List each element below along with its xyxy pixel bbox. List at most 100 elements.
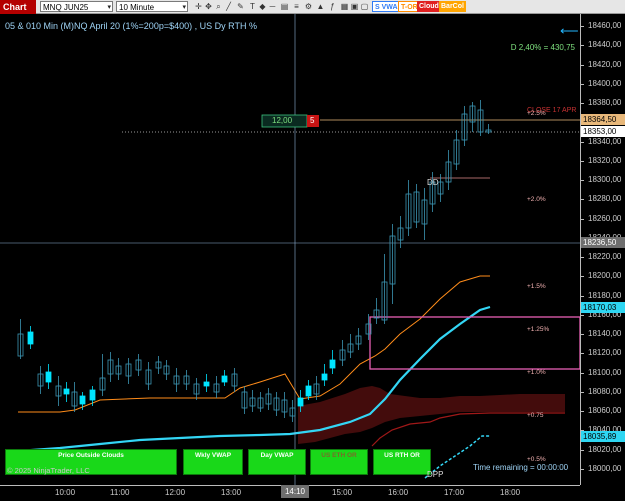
y-tick: 18300,00 xyxy=(588,175,622,184)
crosshair-time-label: 14:10 xyxy=(281,485,309,498)
back-arrow-icon[interactable]: ⟵ xyxy=(560,23,579,39)
price-box-close: 18364,50 xyxy=(581,114,625,125)
y-tick-mark xyxy=(580,353,584,355)
cloud-area xyxy=(298,386,565,444)
y-tick-mark xyxy=(580,141,584,143)
y-tick-mark xyxy=(580,449,584,451)
y-tick: 18020,00 xyxy=(588,444,622,454)
y-tick-mark xyxy=(580,103,584,104)
status-box-wkly-vwap: Wkly VWAP xyxy=(183,449,243,475)
dpp-label: DPP xyxy=(427,470,444,479)
y-tick: 18180,00 xyxy=(588,290,622,300)
interval-selector[interactable]: 10 Minute ▾ xyxy=(116,1,188,12)
pen-icon[interactable]: ✎ xyxy=(236,2,245,11)
y-tick-mark xyxy=(580,26,584,27)
y-tick-mark xyxy=(580,411,584,412)
strategy-icon[interactable]: ▲ xyxy=(316,2,325,11)
screenshot-icon[interactable]: ▢ xyxy=(360,2,369,11)
x-tick: 17:00 xyxy=(444,488,465,497)
y-tick: 18400,00 xyxy=(588,78,622,88)
y-tick: 18100,00 xyxy=(588,367,622,377)
candle-body xyxy=(297,397,304,407)
y-tick: 18280,00 xyxy=(588,194,622,204)
y-tick-mark xyxy=(580,334,584,335)
y-tick: 18080,00 xyxy=(588,386,622,396)
level-label-2-0: +2.0% xyxy=(527,196,546,203)
toggle-cloud-button[interactable]: Cloud xyxy=(417,1,441,12)
level-label-2-5: +2.5% xyxy=(527,110,546,117)
y-tick-mark xyxy=(580,160,584,162)
x-tick: 16:00 xyxy=(388,488,409,497)
y-tick: 18380,00 xyxy=(588,98,622,107)
text-icon[interactable]: T xyxy=(248,2,257,11)
y-tick-mark xyxy=(580,45,584,47)
properties-icon[interactable]: ⚙ xyxy=(304,2,313,11)
instrument-selector[interactable]: MNQ JUN25 ▾ xyxy=(40,1,113,12)
y-tick: 18220,00 xyxy=(588,252,622,261)
dd-label: DD xyxy=(427,178,439,187)
indicator-icon[interactable]: ƒ xyxy=(328,2,337,11)
y-tick-mark xyxy=(580,391,584,393)
y-tick: 18340,00 xyxy=(588,136,622,146)
delta-stat: D 2,40% = 430,75 xyxy=(510,43,575,52)
chart-tab[interactable]: Chart xyxy=(0,0,36,14)
y-tick-mark xyxy=(580,276,584,278)
y-tick: 18000,00 xyxy=(588,463,622,473)
y-tick-mark xyxy=(580,199,584,201)
level-label-1-0: +1.0% xyxy=(527,369,546,376)
level-label-1-25: +1.25% xyxy=(527,326,550,333)
price-box-last: 18353,00 xyxy=(581,126,625,137)
interval-value: 10 Minute xyxy=(119,3,155,12)
vwap-line xyxy=(17,305,491,453)
status-box-day-vwap: Day VWAP xyxy=(248,449,306,475)
marker-icon[interactable]: ◆ xyxy=(258,2,267,11)
x-tick: 13:00 xyxy=(221,488,242,497)
x-tick: 12:00 xyxy=(165,488,186,497)
price-box-crosshair: 18236,50 xyxy=(581,237,625,248)
x-tick: 15:00 xyxy=(332,488,353,497)
opening-range-box xyxy=(369,316,580,370)
time-remaining: Time remaining = 00:00:00 xyxy=(473,463,569,472)
y-tick: 18460,00 xyxy=(588,21,622,30)
order-qty-value[interactable]: 12,00 xyxy=(272,116,292,125)
level-label-1-5: +1.5% xyxy=(527,283,546,290)
y-tick-mark xyxy=(580,180,584,181)
y-tick: 18140,00 xyxy=(588,329,622,338)
price-chart[interactable] xyxy=(0,14,580,485)
layout-icon[interactable]: ▣ xyxy=(350,2,359,11)
zoom-icon[interactable]: ⌕ xyxy=(214,2,223,11)
y-tick: 18440,00 xyxy=(588,40,622,50)
y-tick: 18060,00 xyxy=(588,406,622,415)
price-box-dpp: 18035,89 xyxy=(581,431,625,442)
chart-toolbar: Chart MNQ JUN25 ▾ 10 Minute ▾ ✛ ✥ ⌕ ╱ ✎ … xyxy=(0,0,625,14)
pan-icon[interactable]: ✥ xyxy=(204,2,213,11)
channel-icon[interactable]: ▤ xyxy=(280,2,289,11)
fib-icon[interactable]: ≡ xyxy=(292,2,301,11)
y-tick: 18420,00 xyxy=(588,59,622,69)
draw-icon[interactable]: ╱ xyxy=(224,2,233,11)
candle-body xyxy=(221,375,228,383)
candle-body xyxy=(305,385,312,397)
y-tick-mark xyxy=(580,314,584,316)
x-tick: 10:00 xyxy=(55,488,76,497)
y-tick: 18200,00 xyxy=(588,271,622,281)
x-tick: 18:00 xyxy=(500,488,521,497)
chevron-down-icon: ▾ xyxy=(182,4,186,11)
orange-band-line xyxy=(18,275,490,413)
y-tick: 18120,00 xyxy=(588,348,622,358)
level-label-0-75: +0.75 xyxy=(527,412,544,419)
candle-body xyxy=(321,373,328,381)
toggle-barcol-button[interactable]: BarCol xyxy=(439,1,466,12)
order-qty-badge-text[interactable]: 5 xyxy=(310,116,314,125)
crosshair-icon[interactable]: ✛ xyxy=(194,2,203,11)
candle-body xyxy=(203,381,210,387)
price-line-icon[interactable]: ─ xyxy=(268,2,277,11)
y-tick: 18320,00 xyxy=(588,155,622,165)
y-tick: 18260,00 xyxy=(588,213,622,223)
template-icon[interactable]: ▦ xyxy=(340,2,349,11)
copyright-text: © 2025 NinjaTrader, LLC xyxy=(7,466,90,475)
candle-body xyxy=(45,371,52,383)
status-box-us-eth-or: US ETH OR xyxy=(310,449,368,475)
candle-body xyxy=(27,331,34,345)
price-box-vwap: 18170,03 xyxy=(581,302,625,313)
